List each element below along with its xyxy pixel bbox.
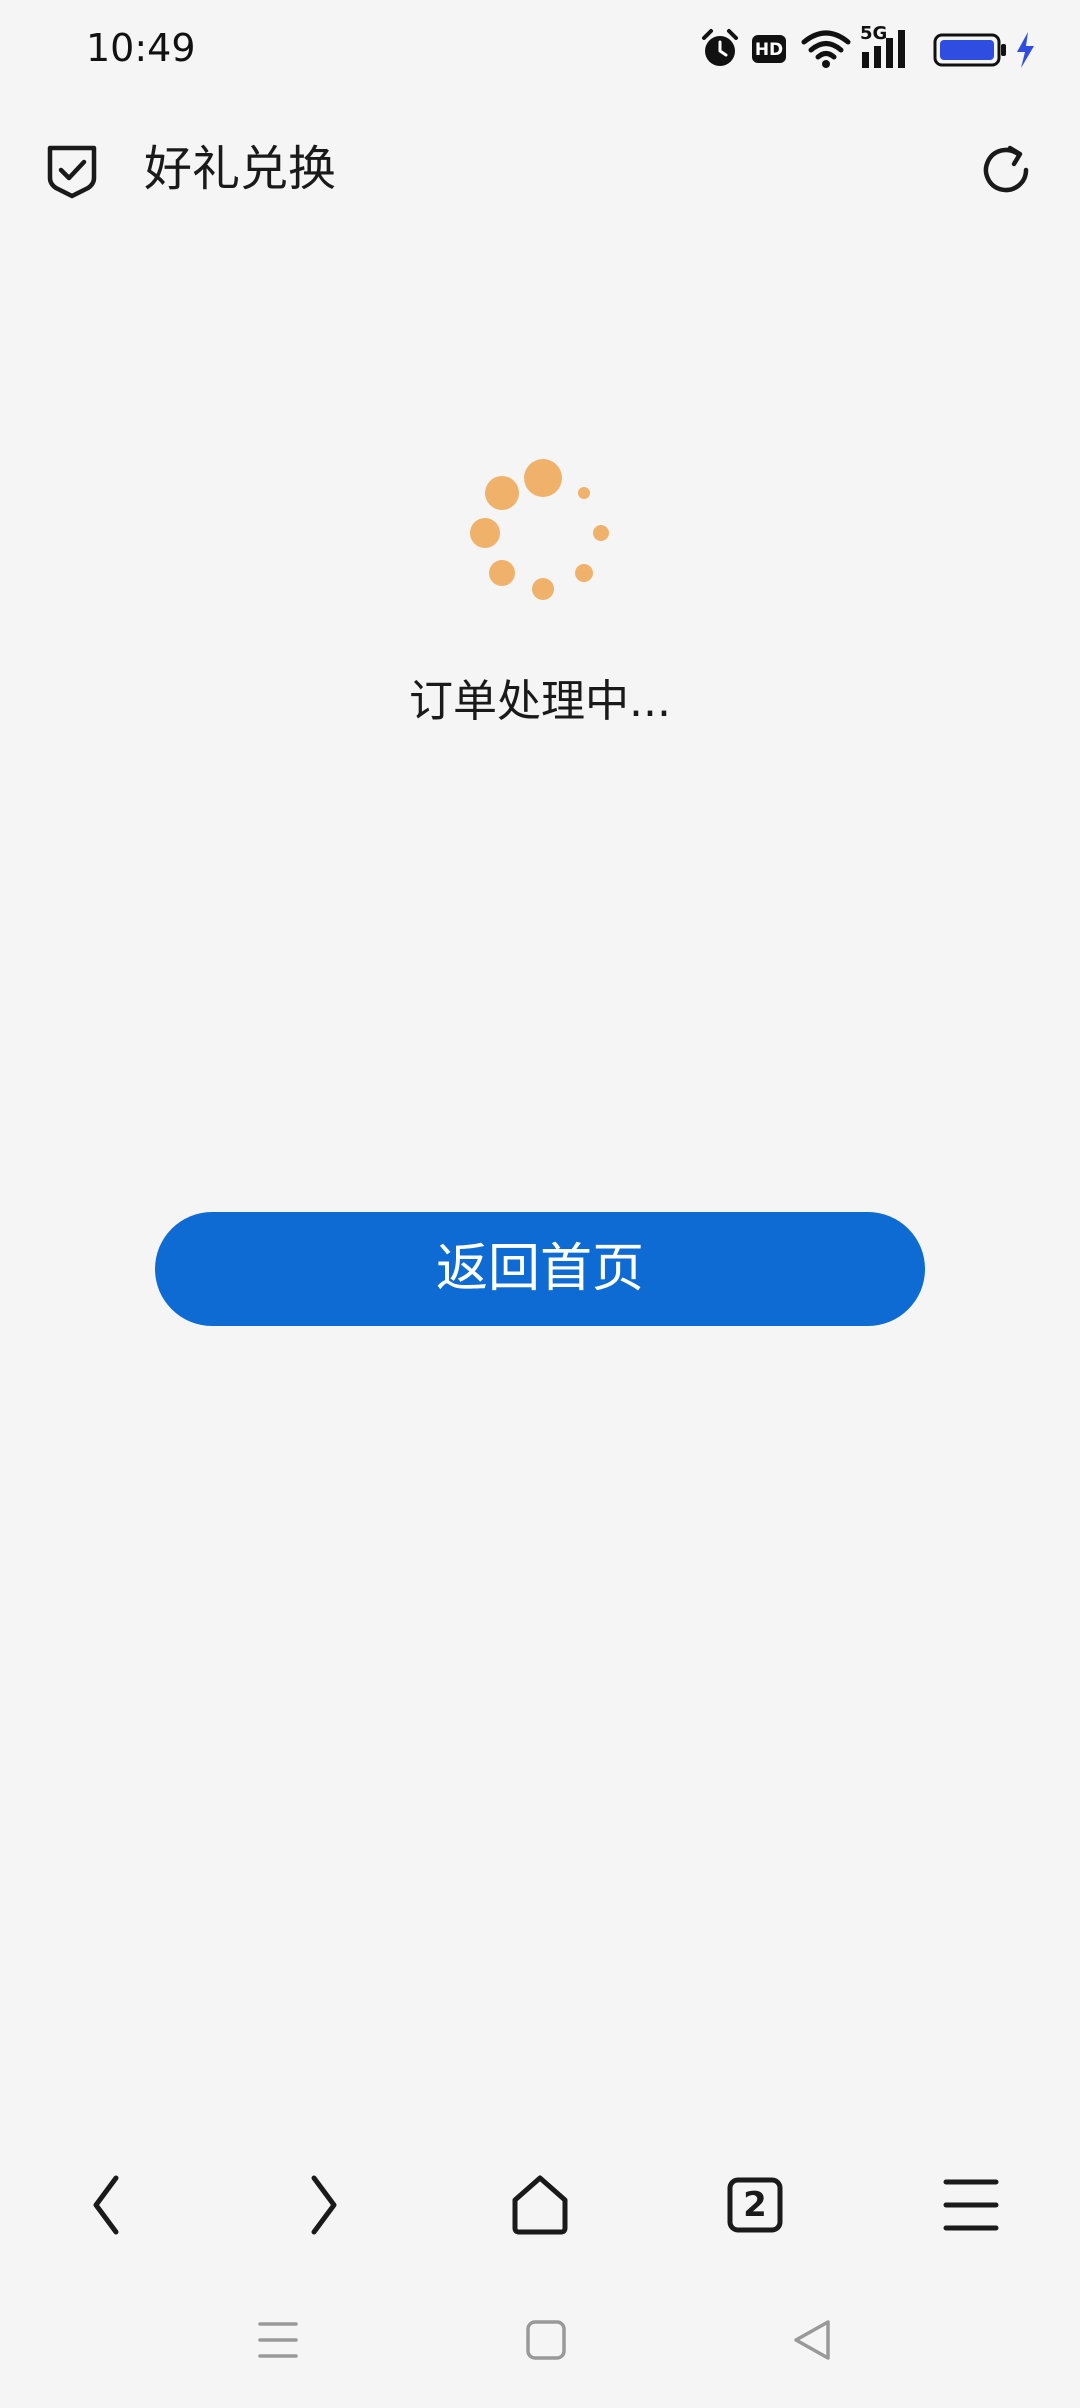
title-bar: 好礼兑换 (0, 120, 1080, 220)
status-bar: 10:49 HD 5G (0, 0, 1080, 96)
spinner-dot (578, 487, 590, 499)
spinner-dot (524, 459, 562, 497)
spinner-dot (575, 564, 593, 582)
signal-icon (862, 30, 905, 68)
menu-icon (943, 2179, 999, 2231)
browser-toolbar: 2 (0, 2150, 1080, 2260)
spinner-dot (532, 578, 554, 600)
spinner-dot (485, 476, 519, 510)
refresh-icon[interactable] (976, 140, 1036, 200)
return-home-button[interactable]: 返回首页 (155, 1212, 925, 1326)
home-button[interactable] (485, 2150, 595, 2260)
forward-button[interactable] (268, 2150, 378, 2260)
loading-spinner-icon (470, 459, 609, 600)
recent-apps-button[interactable] (238, 2300, 318, 2380)
spinner-dot (593, 525, 609, 541)
tab-count: 2 (743, 2185, 767, 2225)
home-square-icon (526, 2320, 566, 2360)
alarm-icon (702, 29, 738, 66)
tabs-button[interactable]: 2 (700, 2150, 810, 2260)
shield-check-icon[interactable] (44, 140, 100, 200)
status-icons: HD 5G (660, 24, 1080, 72)
system-home-button[interactable] (506, 2300, 586, 2380)
page-title: 好礼兑换 (144, 141, 337, 197)
status-time: 10:49 (86, 26, 196, 70)
back-icon (93, 2175, 119, 2235)
forward-icon (311, 2175, 337, 2235)
recent-apps-icon (258, 2322, 298, 2358)
processing-status-text: 订单处理中... (409, 676, 671, 727)
spinner-dot (489, 560, 515, 586)
back-button[interactable] (52, 2150, 162, 2260)
spinner-dot (470, 518, 500, 548)
wifi-icon (801, 30, 851, 68)
system-back-button[interactable] (772, 2300, 852, 2380)
home-icon (512, 2175, 568, 2235)
hd-badge-text: HD (754, 40, 784, 60)
back-triangle-icon (794, 2320, 830, 2360)
menu-button[interactable] (916, 2150, 1026, 2260)
system-nav-bar (0, 2300, 1080, 2380)
screen: 10:49 HD 5G 好礼兑换 订单处理中... 返回首页 2 (0, 0, 1080, 2408)
battery-icon (933, 33, 1006, 67)
charging-icon (1017, 32, 1034, 68)
